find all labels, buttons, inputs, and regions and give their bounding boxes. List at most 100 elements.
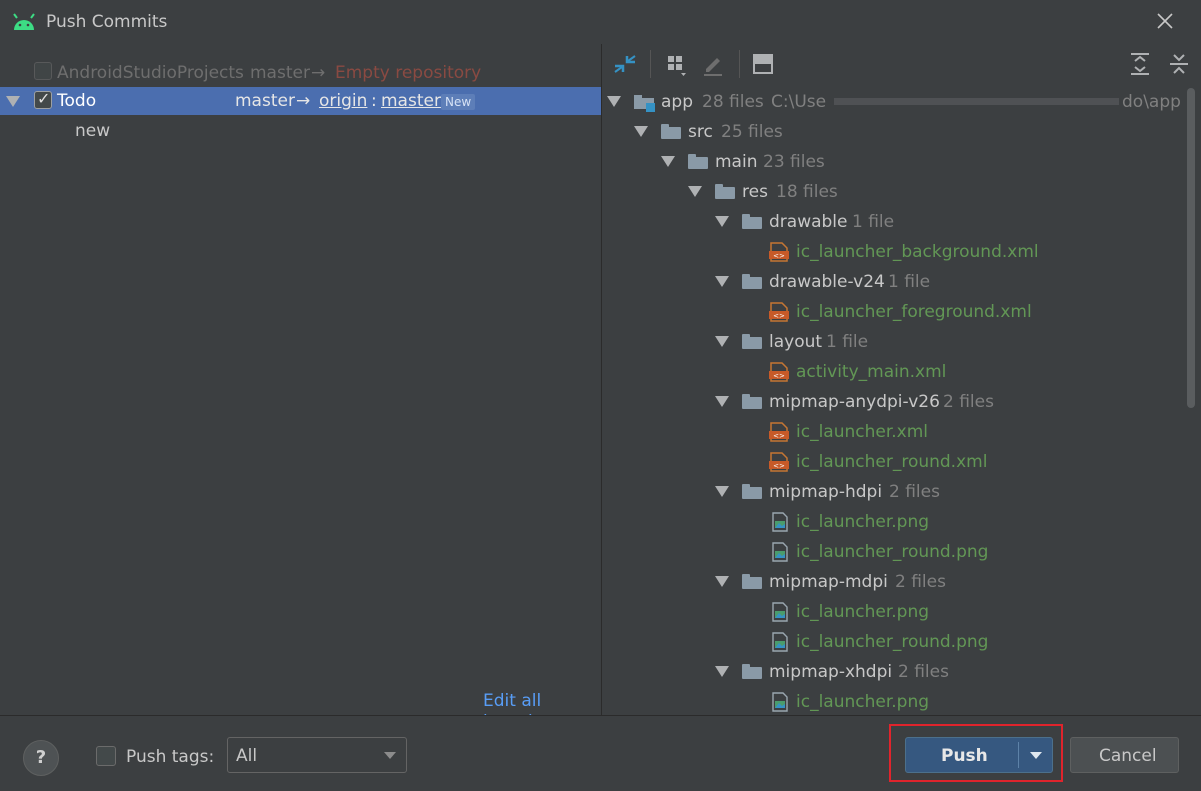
push-tags-select[interactable]: All [227,737,407,773]
tree-node-mipmap-hdpi[interactable]: mipmap-hdpi 2 files [602,477,1201,507]
push-tags-value: All [236,746,258,766]
expand-arrow-icon[interactable] [715,336,729,347]
commit-row[interactable]: new [0,117,601,145]
close-icon[interactable] [1153,9,1177,33]
folder-name: src [688,122,713,142]
split-divider [1018,742,1019,768]
file-name: ic_launcher.png [796,692,930,712]
tree-node-layout[interactable]: layout 1 file [602,327,1201,357]
expand-arrow-icon[interactable] [688,186,702,197]
expand-arrow-icon[interactable] [634,126,648,137]
expand-arrow-icon[interactable] [6,96,20,107]
tree-file[interactable]: ic_launcher.png [602,507,1201,537]
commits-panel: AndroidStudioProjects master → Empty rep… [0,44,601,731]
expand-arrow-icon[interactable] [607,96,621,107]
file-name: ic_launcher_round.png [796,542,989,562]
changes-panel: app 28 files C:\Use do\app src 25 files … [602,44,1201,715]
tree-file[interactable]: ic_launcher_round.png [602,537,1201,567]
image-file-icon [772,602,788,622]
file-count: 1 file [852,212,895,232]
file-count: 1 file [888,272,931,292]
push-tags-checkbox[interactable] [96,746,116,766]
xml-file-icon: <> [769,452,789,472]
tree-file[interactable]: ic_launcher_round.png [602,627,1201,657]
remote-link[interactable]: origin [319,91,367,111]
target-branch-link[interactable]: master [381,91,441,111]
folder-icon [661,124,681,139]
target-empty-repository: Empty repository [335,63,482,83]
tree-node-mipmap-anydpi-v26[interactable]: mipmap-anydpi-v26 2 files [602,387,1201,417]
file-name: ic_launcher.xml [796,422,929,442]
repo-row-todo[interactable]: ✓ Todo master → origin : master New [0,87,601,115]
folder-icon [742,664,762,679]
push-button[interactable]: Push [905,737,1053,773]
file-name: ic_launcher.png [796,512,930,532]
separator-text: : [371,91,377,111]
preview-diff-icon[interactable] [749,50,777,78]
file-name: activity_main.xml [796,362,947,382]
xml-file-icon: <> [769,242,789,262]
xml-file-icon: <> [769,362,789,382]
tree-scrollbar[interactable] [1187,88,1195,408]
help-button[interactable]: ? [23,740,59,776]
group-by-icon[interactable] [662,50,690,78]
repo-row-androidstudioprojects[interactable]: AndroidStudioProjects master → Empty rep… [0,60,601,88]
folder-icon [742,574,762,589]
toolbar-separator [739,50,740,78]
file-name: ic_launcher_foreground.xml [796,302,1032,322]
repo-checkbox[interactable] [34,62,52,80]
expand-arrow-icon[interactable] [715,216,729,227]
cancel-button-label: Cancel [1099,746,1157,766]
folder-name: mipmap-anydpi-v26 [769,392,940,412]
tree-file[interactable]: ic_launcher.png [602,687,1201,715]
folder-icon [715,184,735,199]
folder-icon [742,214,762,229]
svg-text:<>: <> [773,252,785,260]
tree-file[interactable]: <> ic_launcher.xml [602,417,1201,447]
folder-icon [688,154,708,169]
svg-text:<>: <> [773,312,785,320]
tree-file[interactable]: <> ic_launcher_background.xml [602,237,1201,267]
expand-arrow-icon[interactable] [715,666,729,677]
expand-arrow-icon[interactable] [715,576,729,587]
edit-source-icon[interactable] [699,50,727,78]
push-options-dropdown-icon[interactable] [1030,752,1042,759]
tree-node-res[interactable]: res 18 files [602,177,1201,207]
image-file-icon [772,692,788,712]
image-file-icon [772,632,788,652]
tree-node-main[interactable]: main 23 files [602,147,1201,177]
folder-icon [742,334,762,349]
tree-file[interactable]: <> ic_launcher_round.xml [602,447,1201,477]
svg-text:<>: <> [773,462,785,470]
xml-file-icon: <> [769,302,789,322]
svg-text:<>: <> [773,432,785,440]
repo-checkbox[interactable]: ✓ [34,89,52,109]
collapse-all-icon[interactable] [1165,50,1193,78]
tree-node-src[interactable]: src 25 files [602,117,1201,147]
expand-arrow-icon[interactable] [715,396,729,407]
expand-all-icon[interactable] [1126,50,1154,78]
tree-file[interactable]: <> ic_launcher_foreground.xml [602,297,1201,327]
expand-arrow-icon[interactable] [715,486,729,497]
tree-file[interactable]: <> activity_main.xml [602,357,1201,387]
title-bar: Push Commits [0,0,1201,44]
expand-arrow-icon[interactable] [661,156,675,167]
cancel-button[interactable]: Cancel [1070,737,1179,773]
folder-name: mipmap-xhdpi [769,662,893,682]
module-icon [634,95,655,112]
tree-node-mipmap-mdpi[interactable]: mipmap-mdpi 2 files [602,567,1201,597]
source-branch: master [235,91,295,111]
tree-node-drawable-v24[interactable]: drawable-v24 1 file [602,267,1201,297]
file-count: 2 files [889,482,940,502]
show-diff-icon[interactable] [611,50,639,78]
folder-name: app [661,92,693,112]
tree-node-drawable[interactable]: drawable 1 file [602,207,1201,237]
tree-file[interactable]: ic_launcher.png [602,597,1201,627]
chevron-down-icon [384,752,396,759]
expand-arrow-icon[interactable] [715,276,729,287]
tree-node-app[interactable]: app 28 files C:\Use do\app [602,87,1201,117]
tree-node-mipmap-xhdpi[interactable]: mipmap-xhdpi 2 files [602,657,1201,687]
folder-name: drawable [769,212,848,232]
file-name: ic_launcher.png [796,602,930,622]
android-icon [13,13,35,30]
